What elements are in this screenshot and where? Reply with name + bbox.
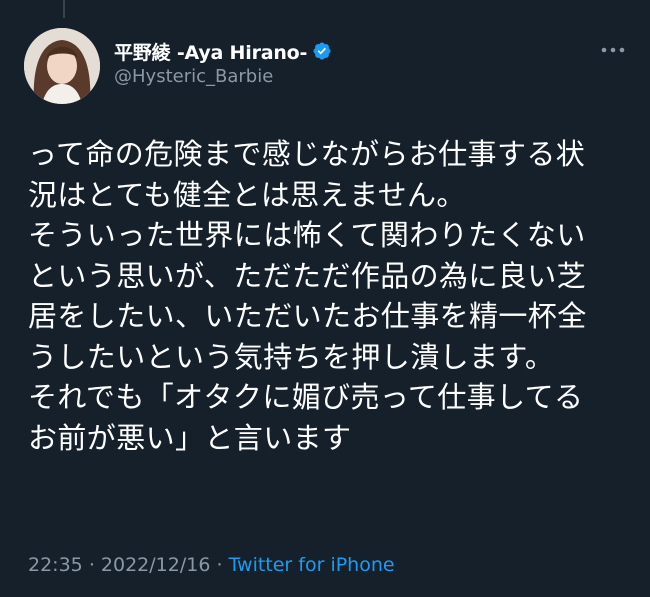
display-name[interactable]: 平野綾 -Aya Hirano-	[114, 38, 307, 65]
tweet-text-line: という思いが、ただただ作品の為に良い芝	[28, 258, 587, 293]
tweet-text: って命の危険まで感じながらお仕事する状 況はとても健全とは思えません。 そういっ…	[28, 134, 628, 458]
more-horizontal-icon[interactable]	[600, 42, 626, 58]
thread-line	[63, 0, 65, 18]
avatar[interactable]	[24, 28, 100, 104]
display-name-row: 平野綾 -Aya Hirano-	[114, 38, 554, 64]
tweet-time[interactable]: 22:35	[28, 554, 83, 576]
tweet-text-line: そういった世界には怖くて関わりたくない	[28, 218, 586, 252]
meta-separator: ·	[88, 554, 95, 576]
author-names: 平野綾 -Aya Hirano- @Hysteric_Barbie	[114, 38, 554, 87]
tweet-metadata: 22:35 · 2022/12/16 · Twitter for iPhone	[28, 554, 395, 576]
meta-separator: ·	[216, 554, 223, 576]
tweet-text-line: 況はとても健全とは思えません。	[28, 177, 466, 212]
user-handle[interactable]: @Hysteric_Barbie	[114, 66, 554, 87]
tweet-text-line: それでも「オタクに媚び売って仕事してる	[28, 380, 584, 414]
tweet-text-line: うしたいという気持ちを押し潰します。	[28, 339, 555, 374]
tweet-date[interactable]: 2022/12/16	[101, 554, 211, 576]
tweet-text-line: お前が悪い」と言います	[28, 420, 352, 455]
verified-badge-icon	[312, 41, 332, 61]
tweet-header: 平野綾 -Aya Hirano- @Hysteric_Barbie	[24, 28, 626, 104]
tweet-source-link[interactable]: Twitter for iPhone	[229, 554, 395, 576]
tweet-text-line: って命の危険まで感じながらお仕事する状	[28, 137, 586, 171]
tweet-text-line: 居をしたい、いただいたお仕事を精一杯全	[28, 299, 587, 333]
avatar-image	[24, 28, 100, 104]
